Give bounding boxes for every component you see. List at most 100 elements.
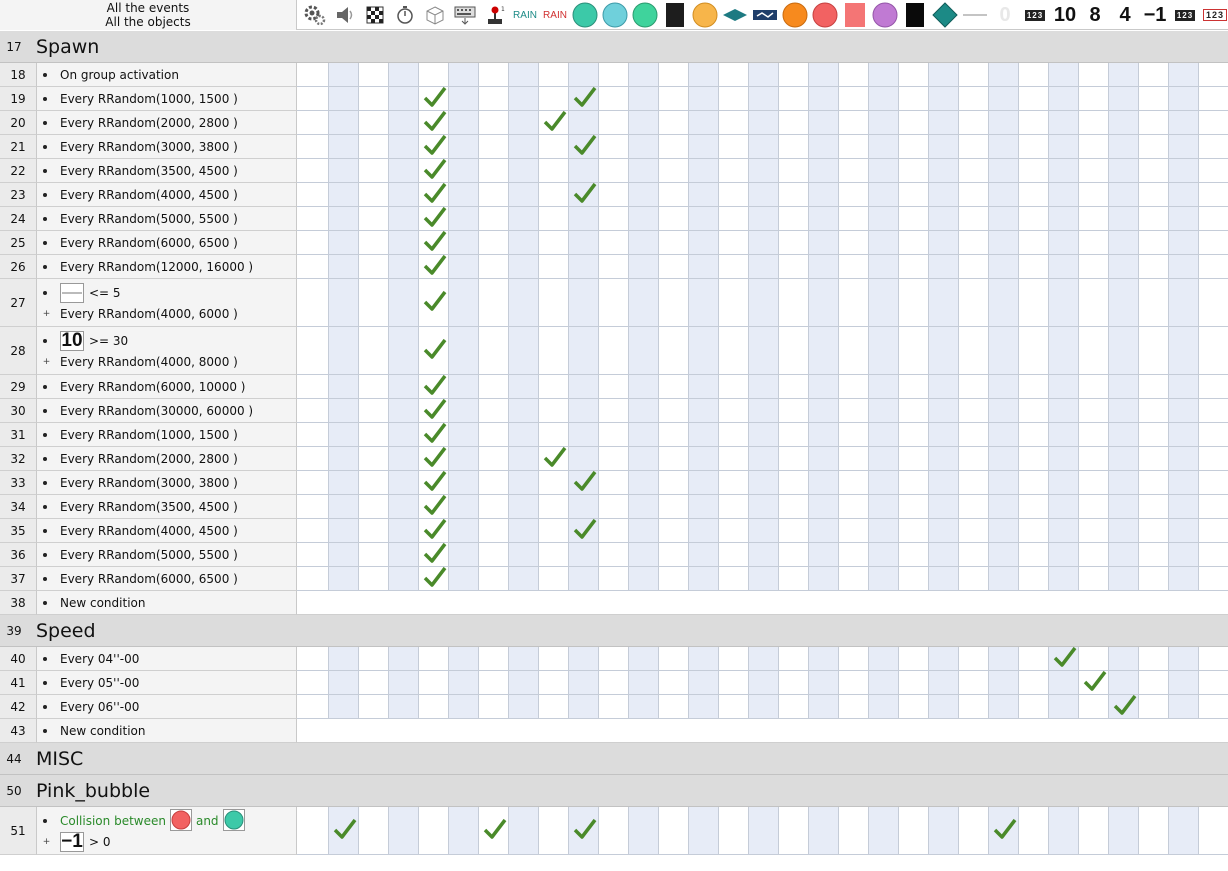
object-cell[interactable] [689, 423, 719, 447]
object-cell[interactable] [599, 495, 629, 519]
object-cell[interactable] [989, 327, 1019, 375]
object-cell[interactable] [689, 279, 719, 327]
object-cell[interactable] [419, 695, 449, 719]
object-cell[interactable] [1019, 159, 1049, 183]
object-cell[interactable] [659, 543, 689, 567]
object-cell[interactable] [569, 207, 599, 231]
object-cell[interactable] [989, 567, 1019, 591]
object-cell[interactable] [569, 447, 599, 471]
condition-line[interactable]: 10 >= 30 [43, 330, 128, 351]
object-cell[interactable] [689, 159, 719, 183]
object-cell[interactable] [449, 87, 479, 111]
object-cell[interactable] [899, 423, 929, 447]
stopwatch-icon[interactable] [390, 0, 420, 30]
object-cell[interactable] [749, 135, 779, 159]
object-cell[interactable] [959, 543, 989, 567]
object-cell[interactable] [749, 519, 779, 543]
object-cell[interactable] [479, 87, 509, 111]
event-row[interactable]: 35 Every RRandom(4000, 4500 ) [0, 518, 1228, 543]
object-cell[interactable] [329, 447, 359, 471]
speaker-icon[interactable] [330, 0, 360, 30]
object-cell[interactable] [1109, 87, 1139, 111]
race-flag-icon[interactable] [360, 0, 390, 30]
object-cell[interactable] [1169, 231, 1199, 255]
all-objects-label[interactable]: All the objects [0, 15, 296, 29]
object-cell[interactable] [809, 471, 839, 495]
object-cell[interactable] [1109, 647, 1139, 671]
object-cell[interactable] [297, 647, 329, 671]
object-cell[interactable] [297, 671, 329, 695]
object-cell[interactable] [419, 206, 449, 231]
teal-diamond-icon[interactable] [930, 0, 960, 30]
object-cell[interactable] [1109, 807, 1139, 855]
object-cell[interactable] [809, 111, 839, 135]
rain-teal-icon[interactable]: RAIN [510, 0, 540, 30]
object-cell[interactable] [899, 63, 929, 87]
object-cell[interactable] [629, 255, 659, 279]
object-cell[interactable] [449, 111, 479, 135]
condition-line[interactable]: Every 05''-00 [43, 673, 139, 693]
object-cell[interactable] [539, 519, 569, 543]
object-cell[interactable] [959, 231, 989, 255]
object-cell[interactable] [749, 207, 779, 231]
object-cell[interactable] [899, 543, 929, 567]
object-cell[interactable] [929, 183, 959, 207]
object-cell[interactable] [779, 111, 809, 135]
object-cell[interactable] [419, 134, 449, 159]
object-cell[interactable] [329, 327, 359, 375]
object-cell[interactable] [389, 447, 419, 471]
event-row[interactable]: 29 Every RRandom(6000, 10000 ) [0, 374, 1228, 399]
object-cell[interactable] [329, 671, 359, 695]
object-cell[interactable] [1199, 447, 1228, 471]
object-cell[interactable] [809, 671, 839, 695]
object-cell[interactable] [569, 231, 599, 255]
object-cell[interactable] [629, 807, 659, 855]
object-cell[interactable] [989, 135, 1019, 159]
object-cell[interactable] [419, 182, 449, 207]
object-cell[interactable] [809, 327, 839, 375]
condition-line[interactable]: Every 06''-00 [43, 697, 139, 717]
object-cell[interactable] [389, 63, 419, 87]
object-cell[interactable] [629, 567, 659, 591]
object-cell[interactable] [899, 135, 929, 159]
object-cell[interactable] [869, 447, 899, 471]
object-cell[interactable] [1199, 87, 1228, 111]
object-cell[interactable] [779, 183, 809, 207]
object-cell[interactable] [419, 647, 449, 671]
object-cell[interactable] [1139, 375, 1169, 399]
event-row[interactable]: 24 Every RRandom(5000, 5500 ) [0, 206, 1228, 231]
object-cell[interactable] [749, 111, 779, 135]
object-cell[interactable] [689, 327, 719, 375]
object-cell[interactable] [719, 111, 749, 135]
object-cell[interactable] [297, 87, 329, 111]
object-cell[interactable] [419, 566, 449, 591]
object-cell[interactable] [1049, 327, 1079, 375]
purple-bubble-icon[interactable] [870, 0, 900, 30]
object-cell[interactable] [509, 255, 539, 279]
object-cell[interactable] [719, 63, 749, 87]
object-cell[interactable] [1169, 807, 1199, 855]
object-cell[interactable] [297, 375, 329, 399]
object-cell[interactable] [329, 567, 359, 591]
object-cell[interactable] [297, 327, 329, 375]
object-cell[interactable] [809, 647, 839, 671]
object-cell[interactable] [1169, 543, 1199, 567]
object-cell[interactable] [1019, 647, 1049, 671]
object-cell[interactable] [989, 87, 1019, 111]
object-cell[interactable] [929, 423, 959, 447]
event-row[interactable]: 30 Every RRandom(30000, 60000 ) [0, 398, 1228, 423]
black-rect-icon[interactable] [660, 0, 690, 30]
condition-cell[interactable]: Every RRandom(30000, 60000 ) [37, 399, 297, 423]
condition-cell[interactable]: Every RRandom(1000, 1500 ) [37, 87, 297, 111]
event-group-spawn[interactable]: 17 Spawn [0, 31, 1228, 63]
object-cell[interactable] [989, 671, 1019, 695]
object-cell[interactable] [719, 807, 749, 855]
object-cell[interactable] [449, 183, 479, 207]
object-cell[interactable] [329, 135, 359, 159]
object-cell[interactable] [989, 255, 1019, 279]
object-cell[interactable] [1079, 519, 1109, 543]
object-cell[interactable] [539, 159, 569, 183]
object-cell[interactable] [719, 671, 749, 695]
object-cell[interactable] [959, 695, 989, 719]
object-cell[interactable] [809, 375, 839, 399]
